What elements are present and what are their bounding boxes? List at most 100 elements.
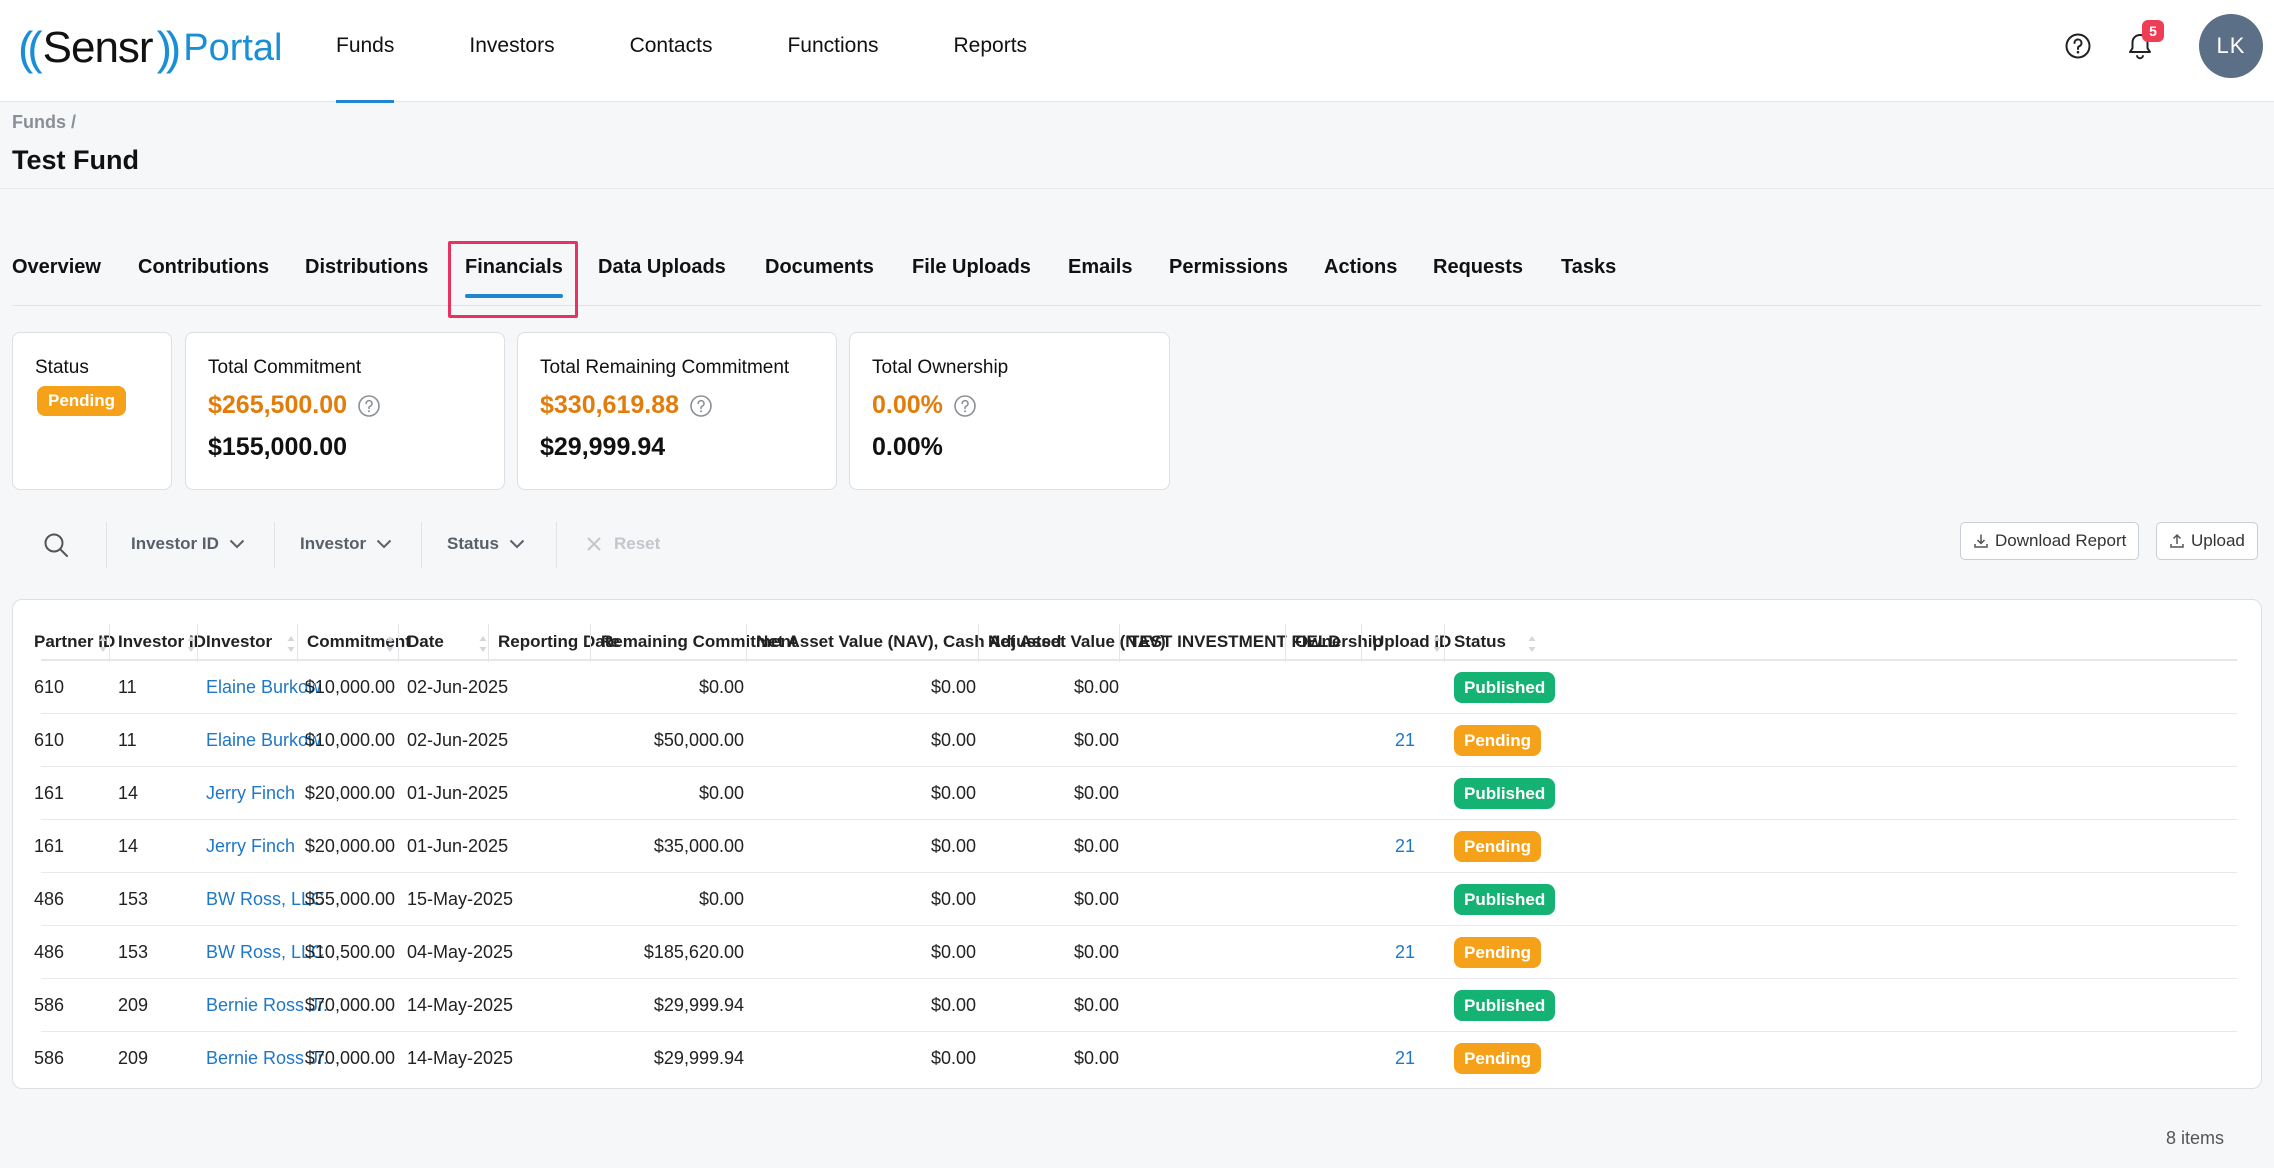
- cell-upload-id[interactable]: 21: [1375, 926, 1415, 979]
- cell-date: 02-Jun-2025: [407, 677, 509, 697]
- sort-icon[interactable]: [1432, 635, 1442, 653]
- cell-partner-id: 486: [34, 942, 65, 962]
- tab-data-uploads[interactable]: Data Uploads: [598, 256, 726, 279]
- cell-commitment: $10,500.00: [304, 942, 395, 962]
- cell-date: 04-May-2025: [407, 942, 514, 962]
- tab-requests[interactable]: Requests: [1433, 256, 1523, 279]
- cell-remaining-commitment: $185,620.00: [643, 942, 744, 962]
- reset-button[interactable]: Reset: [586, 534, 660, 554]
- nav-investors[interactable]: Investors: [469, 0, 554, 102]
- table-row[interactable]: 486 153 BW Ross, LLC $55,000.00 15-May-2025 $…: [34, 873, 2237, 926]
- cell-investor[interactable]: Jerry Finch: [206, 767, 302, 820]
- cell-investor[interactable]: Bernie Ross Jr.: [206, 1032, 328, 1085]
- sort-icon[interactable]: [98, 635, 108, 653]
- cell-investor[interactable]: Elaine Burkow: [206, 714, 321, 767]
- tab-file-uploads[interactable]: File Uploads: [912, 256, 1031, 279]
- cell-reporting-date: [498, 873, 598, 926]
- cell-reporting-date: [498, 767, 598, 820]
- filter-divider: [556, 522, 557, 568]
- cell-nav-cash-adjusted: $0.00: [930, 836, 976, 856]
- cell-investor[interactable]: Bernie Ross Jr.: [206, 979, 328, 1032]
- cell-upload-id[interactable]: 21: [1375, 1032, 1415, 1085]
- cell-investor[interactable]: BW Ross, LLC: [206, 873, 324, 926]
- header-divider: [0, 188, 2274, 189]
- question-circle-icon[interactable]: [953, 394, 977, 418]
- tab-documents[interactable]: Documents: [765, 256, 874, 279]
- cell-date: 14-May-2025: [407, 1048, 514, 1068]
- cell-nav: $0.00: [1073, 677, 1119, 697]
- column-header-status[interactable]: Status: [1454, 620, 1506, 664]
- table-row[interactable]: 586 209 Bernie Ross Jr. $70,000.00 14-May-20…: [34, 1032, 2237, 1085]
- nav-reports[interactable]: Reports: [954, 0, 1028, 102]
- column-divider: [197, 624, 198, 662]
- filter-divider: [274, 522, 275, 568]
- total-commitment-pending-value: $265,500.00: [208, 391, 348, 419]
- cell-upload-id[interactable]: 21: [1375, 714, 1415, 767]
- table-row[interactable]: 486 153 BW Ross, LLC $10,500.00 04-May-2025 $…: [34, 926, 2237, 979]
- sort-icon[interactable]: [186, 635, 196, 653]
- table-row[interactable]: 161 14 Jerry Finch $20,000.00 01-Jun-2025 $0.…: [34, 767, 2237, 820]
- total-ownership-published: 0.00%: [872, 433, 943, 461]
- table-row[interactable]: 610 11 Elaine Burkow $10,000.00 02-Jun-2025 $…: [34, 714, 2237, 767]
- column-divider: [398, 624, 399, 662]
- tab-overview[interactable]: Overview: [12, 256, 101, 279]
- cell-test-investment-field: [1129, 873, 1279, 926]
- tab-financials[interactable]: Financials: [465, 256, 563, 298]
- status-badge: Pending: [37, 386, 127, 416]
- cell-investor-id: 209: [118, 995, 149, 1015]
- total-remaining-published: $29,999.94: [540, 433, 666, 461]
- tab-distributions[interactable]: Distributions: [305, 256, 428, 279]
- download-report-button[interactable]: Download Report: [1960, 522, 2140, 560]
- page-title: Test Fund: [12, 145, 139, 175]
- nav-funds[interactable]: Funds: [336, 0, 395, 103]
- status-filter-label: Status: [447, 534, 499, 553]
- column-header-date[interactable]: Date: [407, 620, 444, 664]
- upload-button[interactable]: Upload: [2156, 522, 2258, 560]
- column-header-commitment[interactable]: Commitment: [307, 620, 411, 664]
- cell-investor[interactable]: Elaine Burkow: [206, 661, 321, 714]
- cell-partner-id: 586: [34, 1048, 65, 1068]
- upload-icon: [2170, 533, 2184, 548]
- user-avatar[interactable]: LK: [2199, 14, 2263, 78]
- column-header-investor[interactable]: Investor: [206, 620, 272, 664]
- cell-ownership: [1295, 820, 1365, 873]
- table-row[interactable]: 161 14 Jerry Finch $20,000.00 01-Jun-2025 $35…: [34, 820, 2237, 873]
- status-badge: Published: [1454, 990, 1556, 1021]
- cell-remaining-commitment: $50,000.00: [653, 730, 744, 750]
- cell-investor[interactable]: Jerry Finch: [206, 820, 302, 873]
- sort-icon[interactable]: [286, 635, 296, 653]
- cell-nav: $0.00: [1073, 995, 1119, 1015]
- sort-icon[interactable]: [1527, 635, 1537, 653]
- table-row[interactable]: 610 11 Elaine Burkow $10,000.00 02-Jun-2025 $…: [34, 661, 2237, 714]
- tab-tasks[interactable]: Tasks: [1561, 256, 1616, 279]
- cell-ownership: [1295, 767, 1365, 820]
- notification-count-badge: 5: [2142, 20, 2164, 42]
- tab-contributions[interactable]: Contributions: [138, 256, 269, 279]
- cell-upload-id[interactable]: 21: [1375, 820, 1415, 873]
- investor-filter[interactable]: Investor: [300, 534, 392, 554]
- status-filter[interactable]: Status: [447, 534, 525, 554]
- nav-contacts[interactable]: Contacts: [630, 0, 713, 102]
- total-commitment-published: $155,000.00: [208, 433, 348, 461]
- tab-permissions[interactable]: Permissions: [1169, 256, 1288, 279]
- column-divider: [109, 624, 110, 662]
- search-icon[interactable]: [42, 531, 70, 559]
- table-row[interactable]: 586 209 Bernie Ross Jr. $70,000.00 14-May-20…: [34, 979, 2237, 1032]
- status-badge: Pending: [1454, 937, 1542, 968]
- investor-id-filter[interactable]: Investor ID: [131, 534, 245, 554]
- sort-icon[interactable]: [385, 635, 395, 653]
- tab-emails[interactable]: Emails: [1068, 256, 1132, 279]
- breadcrumb[interactable]: Funds /: [12, 112, 76, 133]
- investor-id-filter-label: Investor ID: [131, 534, 219, 553]
- total-remaining-pending-value: $330,619.88: [540, 391, 680, 419]
- help-icon[interactable]: [2064, 32, 2092, 60]
- question-circle-icon[interactable]: [689, 394, 713, 418]
- cell-commitment: $70,000.00: [304, 995, 395, 1015]
- nav-functions[interactable]: Functions: [787, 0, 878, 102]
- cell-investor[interactable]: BW Ross, LLC: [206, 926, 324, 979]
- sort-icon[interactable]: [478, 635, 488, 653]
- tab-actions[interactable]: Actions: [1324, 256, 1397, 279]
- chevron-down-icon: [376, 539, 392, 549]
- sensr-portal-logo[interactable]: (( Sensr )) Portal: [18, 18, 283, 78]
- question-circle-icon[interactable]: [357, 394, 381, 418]
